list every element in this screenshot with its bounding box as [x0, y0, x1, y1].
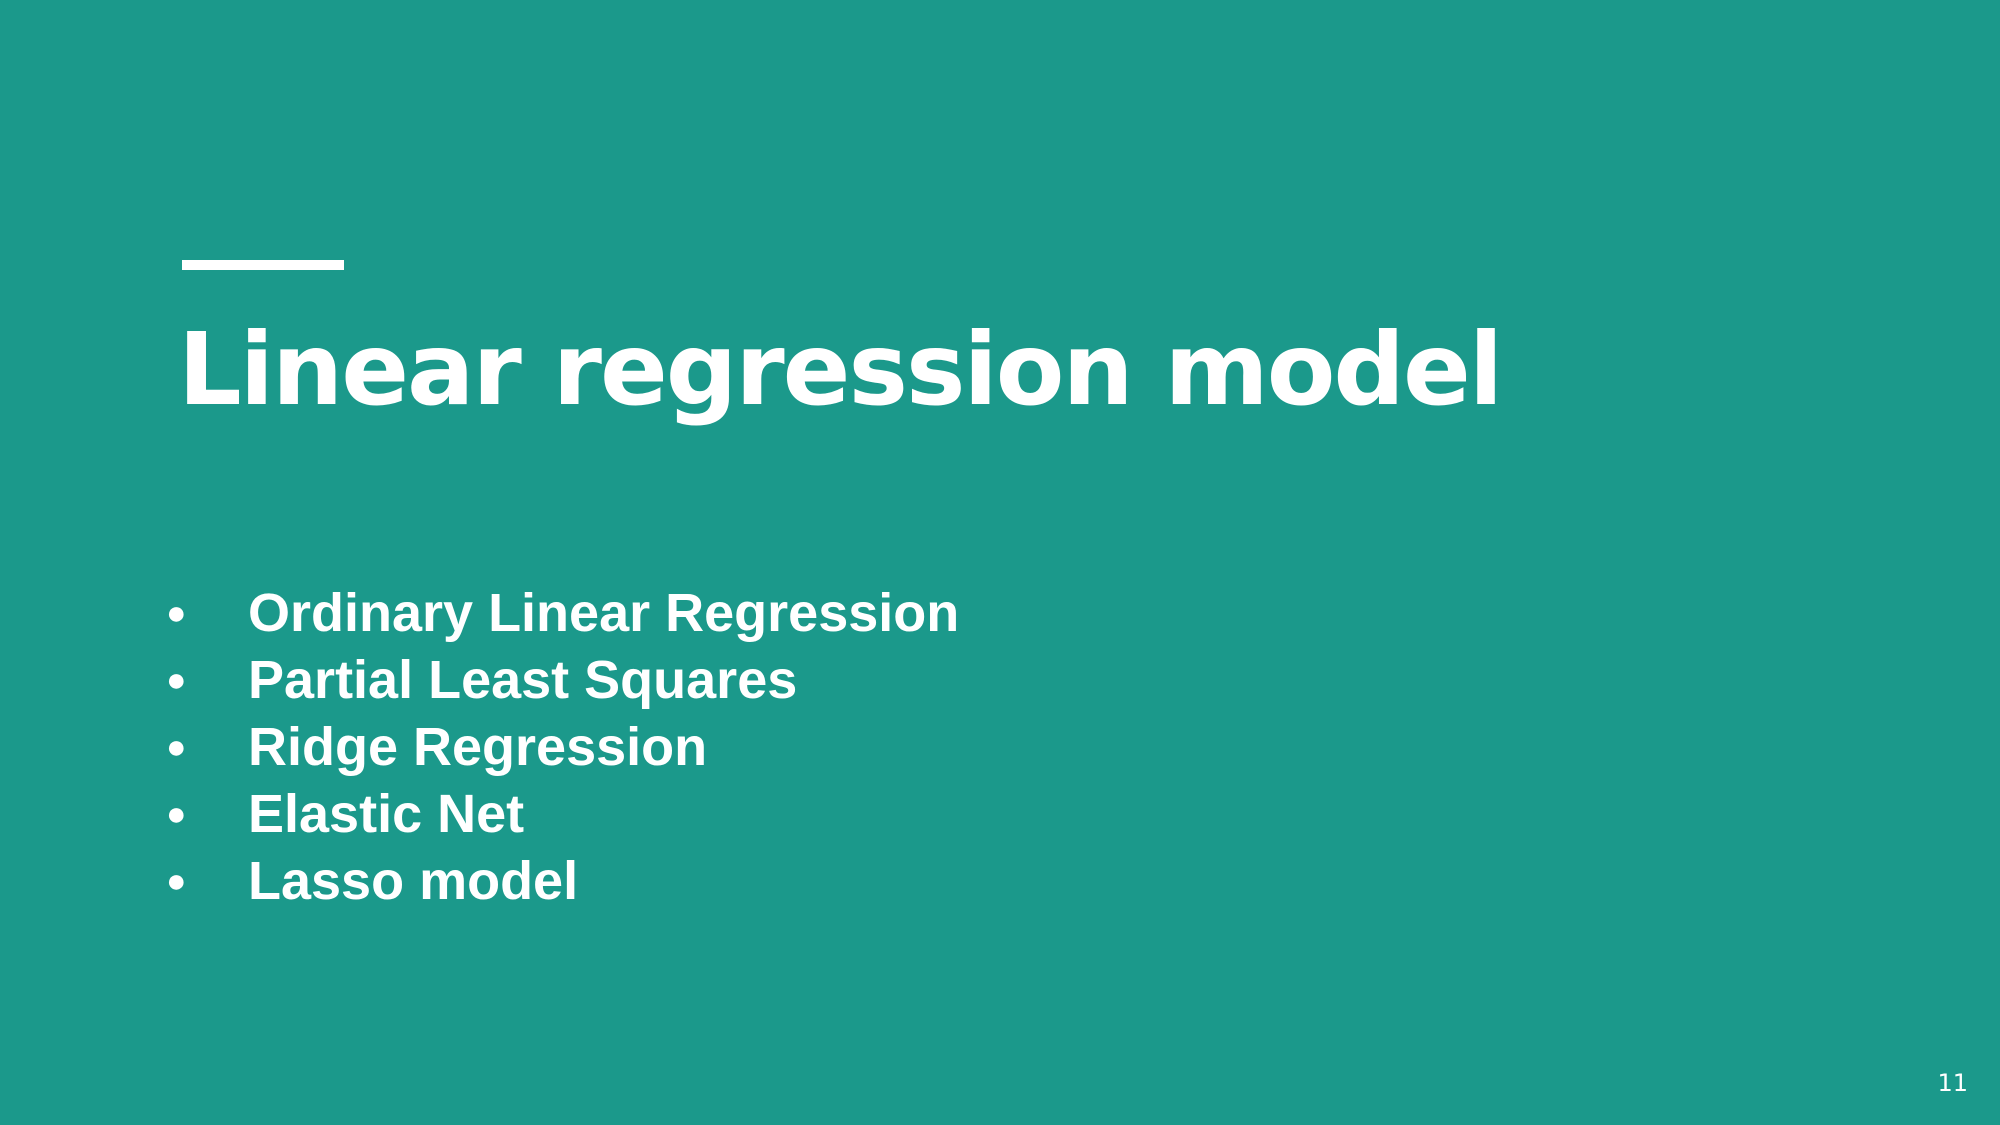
list-item: ● Ridge Regression: [160, 714, 959, 781]
bullet-label: Elastic Net: [248, 784, 525, 844]
bullet-label: Ridge Regression: [248, 717, 708, 777]
bullet-list: ● Ordinary Linear Regression ● Partial L…: [160, 580, 959, 915]
page-number: 11: [1937, 1069, 1968, 1097]
list-item: ● Elastic Net: [160, 781, 959, 848]
bullet-label: Partial Least Squares: [248, 650, 798, 710]
bullet-label: Lasso model: [248, 851, 579, 911]
slide-title: Linear regression model: [178, 311, 1503, 428]
list-item: ● Lasso model: [160, 848, 959, 915]
title-accent-rule: [182, 260, 344, 270]
bullet-icon: ●: [166, 728, 187, 766]
bullet-label: Ordinary Linear Regression: [248, 583, 960, 643]
list-item: ● Partial Least Squares: [160, 647, 959, 714]
bullet-icon: ●: [166, 594, 187, 632]
bullet-icon: ●: [166, 862, 187, 900]
bullet-icon: ●: [166, 795, 187, 833]
slide: Linear regression model ● Ordinary Linea…: [0, 0, 2000, 1125]
bullet-icon: ●: [166, 661, 187, 699]
list-item: ● Ordinary Linear Regression: [160, 580, 959, 647]
